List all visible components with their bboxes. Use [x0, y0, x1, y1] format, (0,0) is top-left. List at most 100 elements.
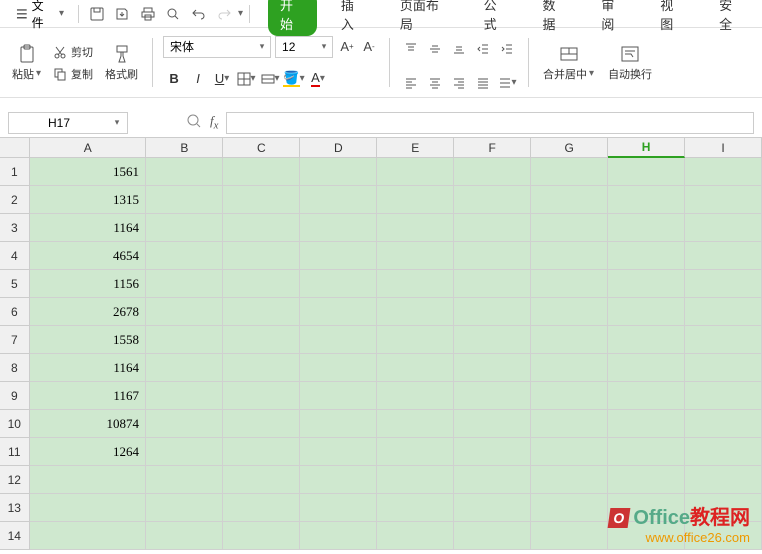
cell[interactable]	[454, 466, 531, 494]
col-header[interactable]: C	[223, 138, 300, 158]
cut-button[interactable]: 剪切	[49, 42, 97, 62]
cell[interactable]: 1164	[30, 354, 146, 382]
print-preview-button[interactable]	[162, 2, 186, 26]
cell[interactable]	[531, 186, 608, 214]
cell[interactable]	[300, 242, 377, 270]
increase-indent-button[interactable]	[496, 38, 518, 60]
cell[interactable]	[454, 186, 531, 214]
cell[interactable]	[377, 438, 454, 466]
cell[interactable]	[30, 494, 146, 522]
cell[interactable]	[608, 270, 685, 298]
cell[interactable]	[685, 214, 762, 242]
font-name-input[interactable]	[164, 37, 254, 57]
cell[interactable]: 2678	[30, 298, 146, 326]
align-left-button[interactable]	[400, 72, 422, 94]
cell[interactable]	[146, 186, 223, 214]
cell[interactable]	[377, 326, 454, 354]
cell[interactable]	[608, 494, 685, 522]
cell[interactable]	[608, 382, 685, 410]
cell[interactable]	[223, 242, 300, 270]
font-size-combo[interactable]: ▾	[275, 36, 333, 58]
cell[interactable]	[454, 158, 531, 186]
cell[interactable]	[146, 522, 223, 550]
tab-view[interactable]: 视图	[650, 0, 695, 36]
row-header[interactable]: 8	[0, 354, 30, 382]
cell[interactable]	[377, 466, 454, 494]
cell[interactable]	[608, 214, 685, 242]
chevron-down-icon[interactable]: ▾	[254, 41, 270, 52]
cell[interactable]	[454, 214, 531, 242]
col-header[interactable]: E	[377, 138, 454, 158]
tab-start[interactable]: 开始	[268, 0, 317, 36]
distribute-button[interactable]: ▾	[496, 72, 518, 94]
cell[interactable]	[146, 466, 223, 494]
cell[interactable]	[223, 522, 300, 550]
file-menu[interactable]: 文件 ▾	[8, 0, 72, 33]
cell[interactable]	[146, 326, 223, 354]
wrap-text-button[interactable]: 自动换行	[604, 32, 656, 93]
cell[interactable]	[30, 466, 146, 494]
tab-security[interactable]: 安全	[709, 0, 754, 36]
row-header[interactable]: 4	[0, 242, 30, 270]
cell[interactable]	[377, 382, 454, 410]
cell[interactable]	[531, 158, 608, 186]
cell[interactable]	[300, 494, 377, 522]
cell[interactable]	[223, 382, 300, 410]
cell[interactable]	[531, 270, 608, 298]
cell[interactable]	[685, 186, 762, 214]
cell[interactable]	[223, 438, 300, 466]
underline-button[interactable]: U▾	[211, 68, 233, 90]
cell[interactable]	[377, 354, 454, 382]
tab-review[interactable]: 审阅	[591, 0, 636, 36]
increase-font-button[interactable]: A+	[337, 37, 357, 57]
cell[interactable]	[685, 354, 762, 382]
cell[interactable]	[377, 214, 454, 242]
cell[interactable]	[377, 410, 454, 438]
cell[interactable]	[377, 298, 454, 326]
cell[interactable]	[531, 354, 608, 382]
row-header[interactable]: 6	[0, 298, 30, 326]
cell[interactable]	[608, 466, 685, 494]
cell[interactable]: 1558	[30, 326, 146, 354]
cell[interactable]	[531, 522, 608, 550]
cell[interactable]	[608, 354, 685, 382]
cell[interactable]	[454, 354, 531, 382]
cell[interactable]	[377, 242, 454, 270]
cell[interactable]: 1561	[30, 158, 146, 186]
align-middle-button[interactable]	[424, 38, 446, 60]
cell[interactable]	[685, 382, 762, 410]
cell[interactable]: 1315	[30, 186, 146, 214]
name-box-input[interactable]	[9, 116, 109, 130]
cell[interactable]	[300, 410, 377, 438]
row-header[interactable]: 1	[0, 158, 30, 186]
cell[interactable]	[685, 326, 762, 354]
decrease-indent-button[interactable]	[472, 38, 494, 60]
italic-button[interactable]: I	[187, 68, 209, 90]
col-header[interactable]: B	[146, 138, 223, 158]
cell[interactable]	[146, 158, 223, 186]
justify-button[interactable]	[472, 72, 494, 94]
print-button[interactable]	[136, 2, 160, 26]
cell[interactable]	[454, 438, 531, 466]
cell[interactable]	[531, 298, 608, 326]
cell[interactable]	[146, 354, 223, 382]
cell[interactable]	[608, 186, 685, 214]
row-header[interactable]: 2	[0, 186, 30, 214]
cell[interactable]	[685, 494, 762, 522]
cell[interactable]	[685, 298, 762, 326]
cell[interactable]	[146, 410, 223, 438]
strike-button[interactable]: ▾	[259, 68, 281, 90]
format-painter-button[interactable]: 格式刷	[101, 44, 142, 82]
cell[interactable]	[30, 522, 146, 550]
cell[interactable]	[685, 158, 762, 186]
cell[interactable]: 1156	[30, 270, 146, 298]
cell[interactable]	[223, 214, 300, 242]
cell[interactable]	[223, 494, 300, 522]
cell[interactable]: 4654	[30, 242, 146, 270]
cell[interactable]	[300, 354, 377, 382]
cell[interactable]	[531, 326, 608, 354]
font-color-button[interactable]: A▾	[307, 68, 329, 90]
col-header[interactable]: F	[454, 138, 531, 158]
zoom-icon[interactable]	[186, 113, 202, 132]
undo-button[interactable]	[187, 2, 211, 26]
